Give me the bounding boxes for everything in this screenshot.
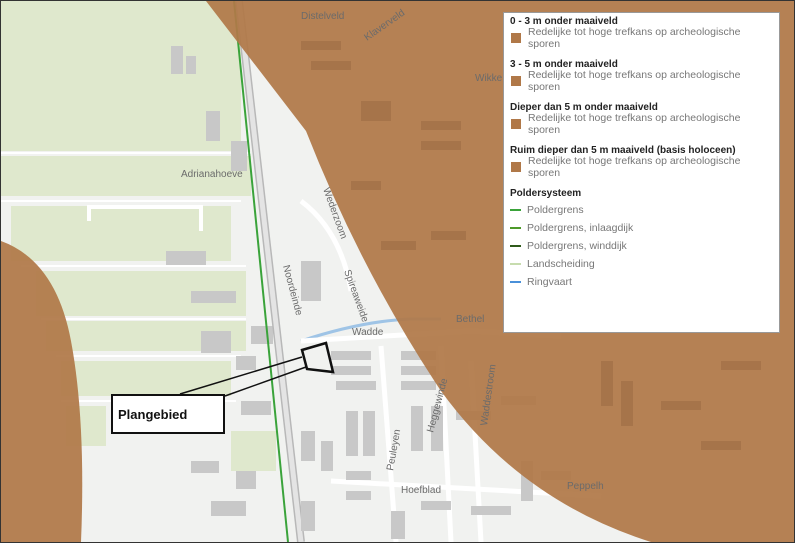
legend-item-label: Poldergrens [527, 203, 584, 216]
legend-item-label: Redelijke tot hoge trefkans op archeolog… [528, 111, 741, 136]
street-label-wikke: Wikke [475, 73, 503, 84]
legend-polder-title: Poldersysteem [510, 188, 582, 199]
legend-swatch [511, 75, 521, 86]
legend-swatch [511, 32, 521, 43]
legend-item-label: Redelijke tot hoge trefkans op archeolog… [528, 25, 741, 50]
legend-polder-item: Poldergrens [510, 202, 773, 217]
legend-line-swatch [510, 208, 521, 211]
legend-line-swatch [510, 226, 521, 229]
legend-item-label: Redelijke tot hoge trefkans op archeolog… [528, 154, 741, 179]
legend-item: Redelijke tot hoge trefkans op archeolog… [510, 155, 773, 179]
legend-polder-item: Poldergrens, winddijk [510, 238, 773, 253]
legend-line-swatch [510, 280, 521, 283]
legend-polder-item: Ringvaart [510, 274, 773, 289]
map-legend: 0 - 3 m onder maaiveld Redelijke tot hog… [503, 12, 780, 333]
legend-item: Redelijke tot hoge trefkans op archeolog… [510, 69, 773, 93]
legend-item-label: Landscheiding [527, 257, 595, 270]
legend-polder-item: Poldergrens, inlaagdijk [510, 220, 773, 235]
callout-label: Plangebied [118, 406, 188, 422]
legend-item-label: Poldergrens, inlaagdijk [527, 221, 634, 234]
map-frame: Distelveld Klaverveld Wikke Adrianahoeve… [0, 0, 795, 543]
legend-item-label: Redelijke tot hoge trefkans op archeolog… [528, 68, 741, 93]
legend-item-label: Ringvaart [527, 275, 572, 288]
street-label-bethel: Bethel [456, 314, 484, 325]
legend-line-swatch [510, 244, 521, 247]
legend-swatch [511, 118, 521, 129]
street-label-wadde: Wadde [352, 327, 384, 338]
street-label-peppelh: Peppelh [567, 481, 604, 492]
legend-item: Redelijke tot hoge trefkans op archeolog… [510, 112, 773, 136]
legend-swatch [511, 161, 521, 172]
legend-line-swatch [510, 262, 521, 265]
legend-item-label: Poldergrens, winddijk [527, 239, 627, 252]
plangebied-callout: Plangebied [111, 394, 225, 434]
legend-polder-item: Landscheiding [510, 256, 773, 271]
street-label-hoefblad: Hoefblad [401, 485, 441, 496]
street-label-adrianahoeve: Adrianahoeve [181, 169, 243, 180]
legend-item: Redelijke tot hoge trefkans op archeolog… [510, 26, 773, 50]
street-label-distelveld: Distelveld [301, 11, 344, 22]
